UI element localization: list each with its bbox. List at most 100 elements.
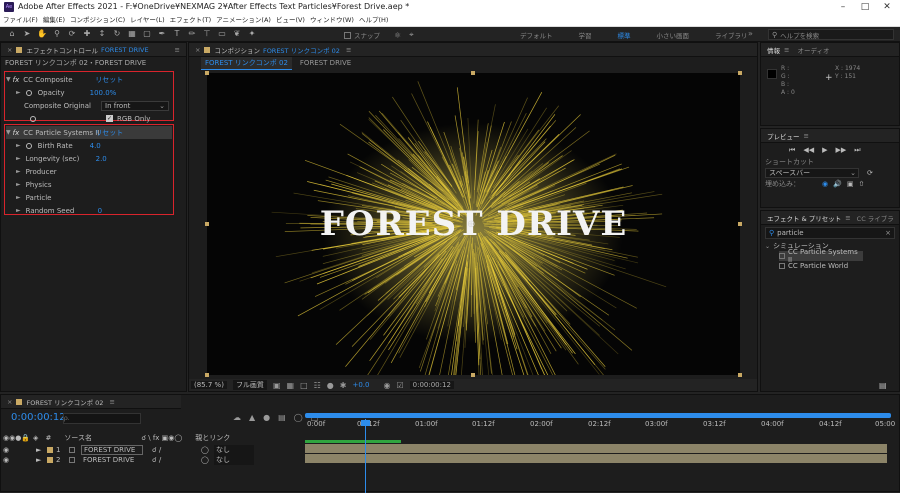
playhead-line[interactable] [365,419,366,493]
last-frame-icon[interactable]: ⏭ [854,146,860,155]
expand-chevron-icon[interactable]: ▼ [6,129,11,136]
play-icon[interactable]: ▶ [822,146,827,154]
close-tab-icon[interactable]: × [7,398,12,406]
prev-frame-icon[interactable]: ◀◀ [803,146,814,154]
show-snapshot-icon[interactable]: ☑ [396,381,403,390]
cc-particle-reset[interactable]: リセット [95,128,123,138]
menu-help[interactable]: ヘルプ(H) [359,14,388,27]
expand-chevron-icon[interactable]: ► [36,456,44,464]
producer-row[interactable]: ► Producer [6,165,172,178]
close-tab-icon[interactable]: × [7,46,12,54]
label-color-icon[interactable] [47,447,53,453]
exposure-icon[interactable]: ✱ [340,381,347,390]
visibility-icon[interactable]: ◉ [3,446,33,454]
snap-checkbox[interactable] [344,32,351,39]
layer-switches-icon[interactable]: ☌ / [152,456,198,464]
zoom-dropdown[interactable]: (85.7 %) [191,381,227,389]
roto-brush-icon[interactable]: ❦ [231,28,243,40]
close-tab-icon[interactable]: × [195,46,200,54]
layer-bar-1[interactable] [305,444,887,453]
pan-tool-icon[interactable]: ✚ [81,28,93,40]
draft-3d-icon[interactable]: ▲ [249,413,255,422]
layer-handle[interactable] [205,222,209,226]
shy-icon[interactable]: ● [263,413,270,422]
first-frame-icon[interactable]: ⏮ [789,146,795,155]
expand-chevron-icon[interactable]: ► [36,446,44,454]
cc-libraries-tab[interactable]: CC ライブラ [857,213,894,223]
menu-edit[interactable]: 編集(E) [43,14,65,27]
panel-menu-icon[interactable]: ≡ [175,46,180,54]
parent-dropdown[interactable]: なし [214,445,254,455]
zoom-tool-icon[interactable]: ⚲ [51,28,63,40]
snap-options-icon[interactable]: ⚛ [394,31,401,40]
include-layers-icon[interactable]: ⇧ [858,180,864,188]
eraser-tool-icon[interactable]: ▭ [216,28,228,40]
layer-handle[interactable] [205,373,209,377]
cc-particle-header[interactable]: ▼ fx CC Particle Systems II リセット [6,126,172,139]
shortcut-dropdown[interactable]: スペースバー ⌄ [765,168,859,178]
exposure-value[interactable]: +0.0 [352,381,369,389]
effect-item-particle-systems[interactable]: CC Particle Systems II [779,251,863,261]
birth-rate-value[interactable]: 4.0 [90,142,101,150]
expand-chevron-icon[interactable]: ⌄ [765,243,770,250]
frame-blend-icon[interactable]: ▤ [278,413,286,422]
timeline-search-input[interactable] [63,413,141,424]
subtab-active[interactable]: FOREST リンクコンポ 02 [201,57,292,70]
layer-handle[interactable] [738,373,742,377]
composition-viewer[interactable]: FOREST DRIVE ⊕ [207,73,740,375]
stopwatch-icon[interactable] [30,116,36,122]
panel-menu-icon[interactable]: ≡ [804,132,809,140]
effects-search-field[interactable]: ⚲ particle × [765,227,895,239]
include-audio-icon[interactable]: 🔊 [833,180,842,188]
expand-chevron-icon[interactable]: ► [16,155,21,162]
orbit-tool-icon[interactable]: ⟳ [66,28,78,40]
close-icon[interactable]: ✕ [876,0,898,14]
layer-row[interactable]: ◉ ► 1 FOREST DRIVE ☌ / ◯ なし [3,445,303,455]
time-ruler[interactable]: 0:00f 00:12f 01:00f 01:12f 02:00f 02:12f… [305,420,891,430]
menu-composition[interactable]: コンポジション(C) [70,14,125,27]
parent-dropdown[interactable]: なし [214,455,254,465]
workspace-small-screen[interactable]: 小さい画面 [657,30,690,40]
snap-toggle[interactable]: スナップ ⚛ ⌖ [344,30,414,40]
timeline-tab[interactable]: × FOREST リンクコンポ 02 ≡ [1,395,181,409]
quality-dropdown[interactable]: フル画質 [233,380,267,390]
transparency-grid-icon[interactable]: ▦ [287,381,295,390]
pickwhip-icon[interactable]: ◯ [201,446,211,454]
include-video-icon[interactable]: ◉ [822,180,828,188]
menu-file[interactable]: ファイル(F) [3,14,38,27]
expand-chevron-icon[interactable]: ► [16,194,21,201]
fx-icon[interactable]: fx [13,76,20,84]
composite-original-dropdown[interactable]: In front ⌄ [101,101,169,111]
home-icon[interactable]: ⌂ [6,28,18,40]
help-search-field[interactable]: ⚲ ヘルプを検索 [768,29,894,40]
expand-chevron-icon[interactable]: ► [16,89,21,96]
physics-row[interactable]: ► Physics [6,178,172,191]
channel-icon[interactable]: ● [327,381,334,390]
stopwatch-icon[interactable] [26,90,32,96]
composition-tab[interactable]: × コンポジション FOREST リンクコンポ 02 ≡ [189,43,757,57]
stopwatch-icon[interactable] [26,143,32,149]
effects-presets-tab[interactable]: エフェクト & プリセット ≡ CC ライブラ [761,211,899,225]
expand-chevron-icon[interactable]: ► [16,207,21,214]
layer-handle[interactable] [205,71,209,75]
menu-view[interactable]: ビュー(V) [276,14,305,27]
panel-menu-icon[interactable]: ≡ [784,46,789,54]
timeline-timecode[interactable]: 0:00:00:12 [11,412,66,423]
panel-menu-icon[interactable]: ≡ [346,46,351,54]
subtab-forest-drive[interactable]: FOREST DRIVE [300,59,351,67]
expand-chevron-icon[interactable]: ▼ [6,76,11,83]
rectangle-tool-icon[interactable]: ▢ [141,28,153,40]
selection-tool-icon[interactable]: ➤ [21,28,33,40]
region-icon[interactable]: ▣ [273,381,281,390]
clone-stamp-icon[interactable]: ⊤ [201,28,213,40]
panel-menu-icon[interactable]: ≡ [109,398,114,406]
next-frame-icon[interactable]: ▶▶ [835,146,846,154]
rgb-only-checkbox[interactable]: ✓ [106,115,113,122]
pan-behind-icon[interactable]: ▦ [126,28,138,40]
rotate-tool-icon[interactable]: ↻ [111,28,123,40]
effect-item-particle-world[interactable]: CC Particle World [779,261,899,271]
expand-chevron-icon[interactable]: ► [16,168,21,175]
maximize-icon[interactable]: □ [854,0,876,14]
workspace-overflow-icon[interactable]: » [748,29,753,38]
effect-controls-tab[interactable]: × エフェクトコントロール FOREST DRIVE ≡ [1,43,186,57]
